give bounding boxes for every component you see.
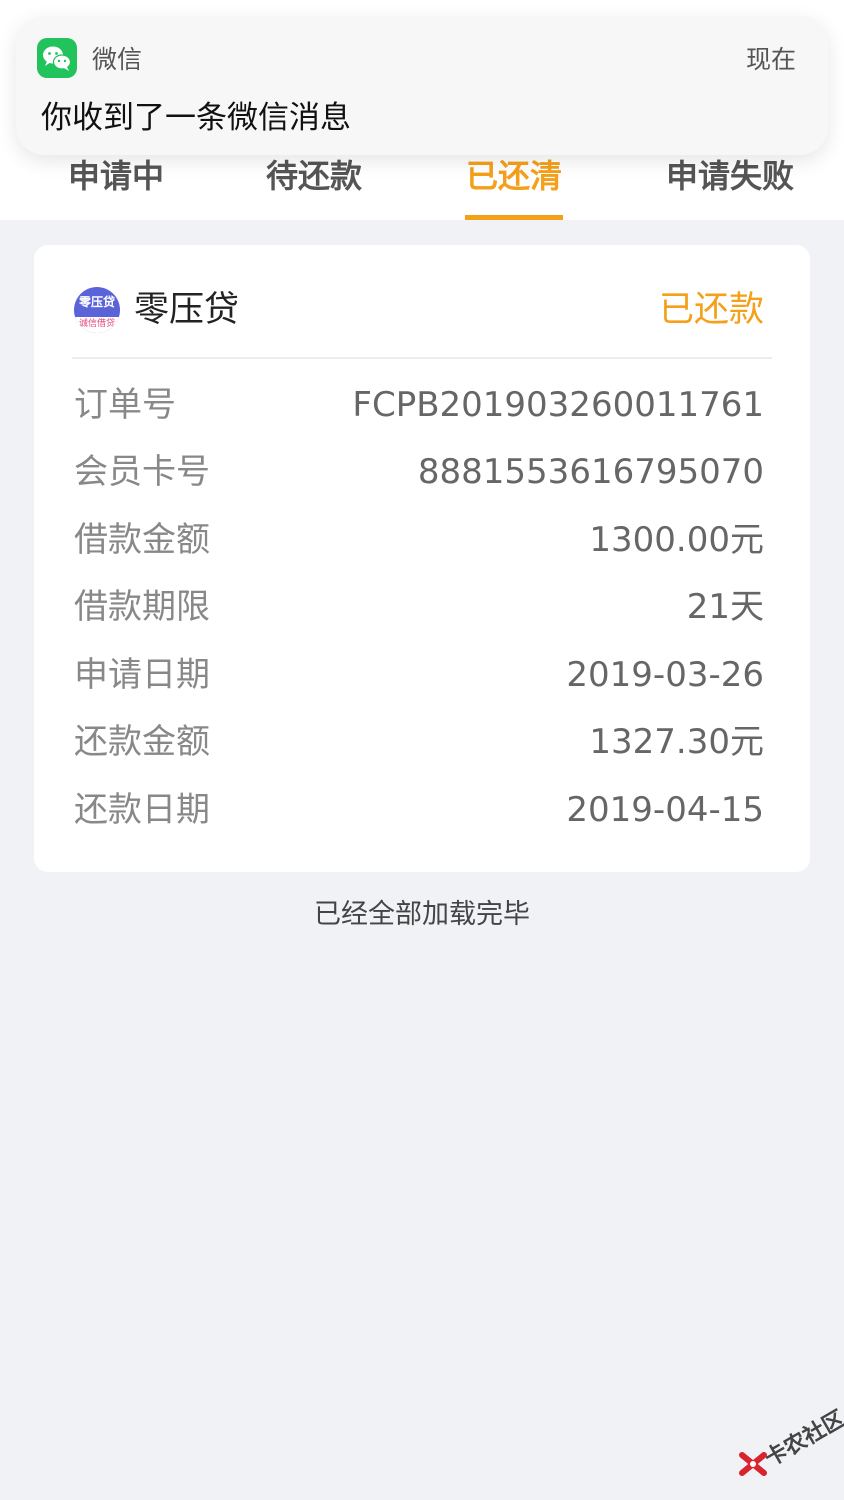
row-value: 21天 (686, 587, 764, 627)
row-value: 8881553616795070 (417, 452, 764, 492)
row-value: 2019-04-15 (566, 790, 764, 830)
tab-paid-off[interactable]: 已还清 (444, 152, 584, 200)
repayment-amount-row: 还款金额 1327.30元 (74, 717, 764, 767)
row-label: 借款金额 (74, 520, 210, 560)
active-tab-indicator (465, 215, 563, 220)
lender-logo-text: 零压贷 (78, 295, 115, 309)
watermark: 卡农社区 (738, 1405, 844, 1485)
row-value: FCPB201903260011761 (352, 385, 764, 425)
tab-pending-repayment[interactable]: 待还款 (244, 152, 384, 200)
notification-time: 现在 (745, 45, 796, 74)
watermark-text: 卡农社区 (760, 1406, 844, 1472)
notification-message: 你收到了一条微信消息 (41, 100, 351, 136)
notification-banner[interactable]: 微信 现在 你收到了一条微信消息 (16, 16, 828, 155)
row-value: 1300.00元 (589, 520, 764, 560)
row-value: 1327.30元 (589, 722, 764, 762)
row-label: 申请日期 (74, 655, 210, 695)
tab-applying[interactable]: 申请中 (46, 152, 186, 200)
loan-card[interactable]: 零压贷 诚信借贷 零压贷 已还款 订单号 FCPB201903260011761… (34, 245, 810, 872)
load-complete-text: 已经全部加载完毕 (314, 899, 530, 930)
row-label: 还款金额 (74, 722, 210, 762)
row-label: 还款日期 (74, 790, 210, 830)
row-label: 借款期限 (74, 587, 210, 627)
lender-logo-subtext: 诚信借贷 (74, 317, 120, 333)
lender-logo: 零压贷 诚信借贷 (74, 287, 120, 333)
tab-application-failed[interactable]: 申请失败 (655, 152, 805, 200)
order-number-row: 订单号 FCPB201903260011761 (74, 380, 764, 430)
repayment-date-row: 还款日期 2019-04-15 (74, 785, 764, 835)
row-label: 订单号 (74, 385, 176, 425)
row-label: 会员卡号 (74, 452, 210, 492)
lender-name: 零压贷 (134, 290, 240, 330)
wechat-icon (37, 38, 77, 78)
row-value: 2019-03-26 (566, 655, 764, 695)
loan-term-row: 借款期限 21天 (74, 582, 764, 632)
card-divider (72, 357, 772, 359)
loan-amount-row: 借款金额 1300.00元 (74, 515, 764, 565)
notification-app-name: 微信 (92, 45, 143, 74)
status-badge: 已还款 (658, 290, 764, 330)
application-date-row: 申请日期 2019-03-26 (74, 650, 764, 700)
member-card-row: 会员卡号 8881553616795070 (74, 447, 764, 497)
